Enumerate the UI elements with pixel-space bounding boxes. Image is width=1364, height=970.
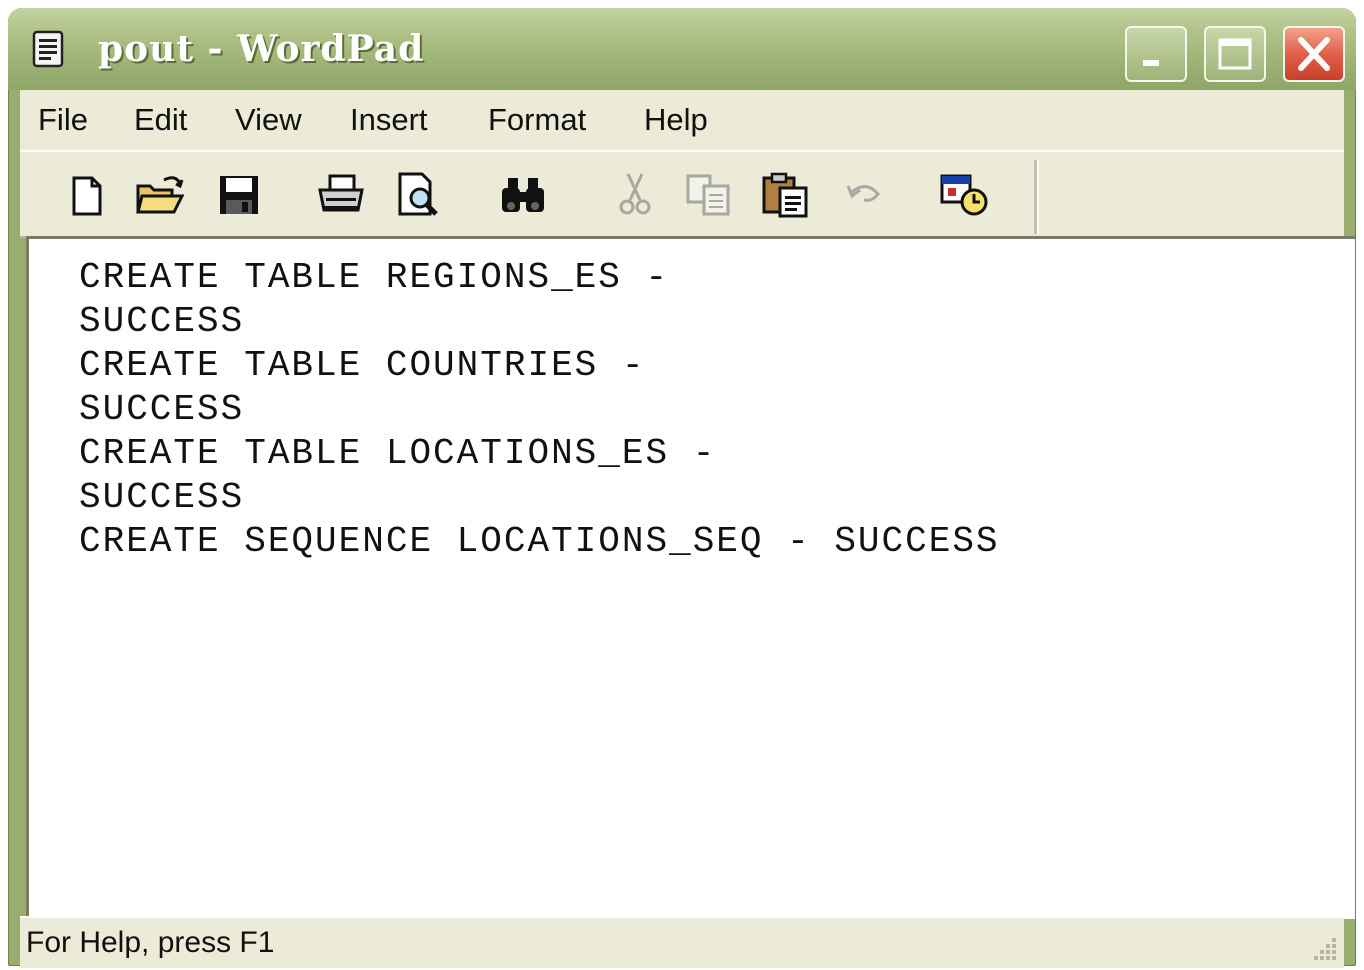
copy-icon[interactable] (682, 170, 736, 220)
resize-grip-icon[interactable] (1308, 932, 1338, 962)
menu-edit[interactable]: Edit (134, 102, 187, 138)
menu-bar: File Edit View Insert Format Help (20, 90, 1344, 150)
title-bar[interactable]: pout - WordPad (8, 8, 1356, 90)
minimize-button[interactable] (1125, 26, 1187, 82)
open-folder-icon[interactable] (132, 170, 186, 220)
toolbar-separator (1034, 160, 1039, 234)
status-text: For Help, press F1 (26, 926, 275, 959)
document-line: CREATE TABLE COUNTRIES - (79, 345, 646, 386)
date-time-icon[interactable] (938, 170, 992, 220)
maximize-icon (1218, 38, 1252, 70)
print-preview-icon[interactable] (390, 170, 444, 220)
document-line: SUCCESS (79, 389, 245, 430)
document-line: CREATE SEQUENCE LOCATIONS_SEQ - SUCCESS (79, 521, 1000, 562)
wordpad-app-icon[interactable] (30, 30, 68, 68)
window-title: pout - WordPad (98, 28, 425, 70)
toolbar (20, 150, 1344, 238)
print-icon[interactable] (314, 170, 368, 220)
undo-icon[interactable] (838, 170, 892, 220)
wordpad-window: pout - WordPad File Edit View Insert For… (8, 8, 1356, 968)
menu-file[interactable]: File (38, 102, 88, 138)
document-line: CREATE TABLE REGIONS_ES - (79, 257, 670, 298)
paste-icon[interactable] (758, 170, 812, 220)
find-binoculars-icon[interactable] (496, 170, 550, 220)
minimize-icon (1143, 60, 1159, 66)
document-line: SUCCESS (79, 301, 245, 342)
menu-help[interactable]: Help (644, 102, 708, 138)
menu-view[interactable]: View (235, 102, 302, 138)
close-button[interactable] (1283, 26, 1345, 82)
close-icon (1298, 37, 1330, 71)
status-bar: For Help, press F1 (20, 916, 1344, 968)
menu-insert[interactable]: Insert (350, 102, 428, 138)
new-document-icon[interactable] (60, 170, 114, 220)
menu-format[interactable]: Format (488, 102, 586, 138)
document-line: CREATE TABLE LOCATIONS_ES - (79, 433, 717, 474)
document-line: SUCCESS (79, 477, 245, 518)
cut-scissors-icon[interactable] (608, 170, 662, 220)
maximize-button[interactable] (1204, 26, 1266, 82)
save-disk-icon[interactable] (212, 170, 266, 220)
document-area[interactable]: CREATE TABLE REGIONS_ES - SUCCESS CREATE… (26, 236, 1355, 919)
